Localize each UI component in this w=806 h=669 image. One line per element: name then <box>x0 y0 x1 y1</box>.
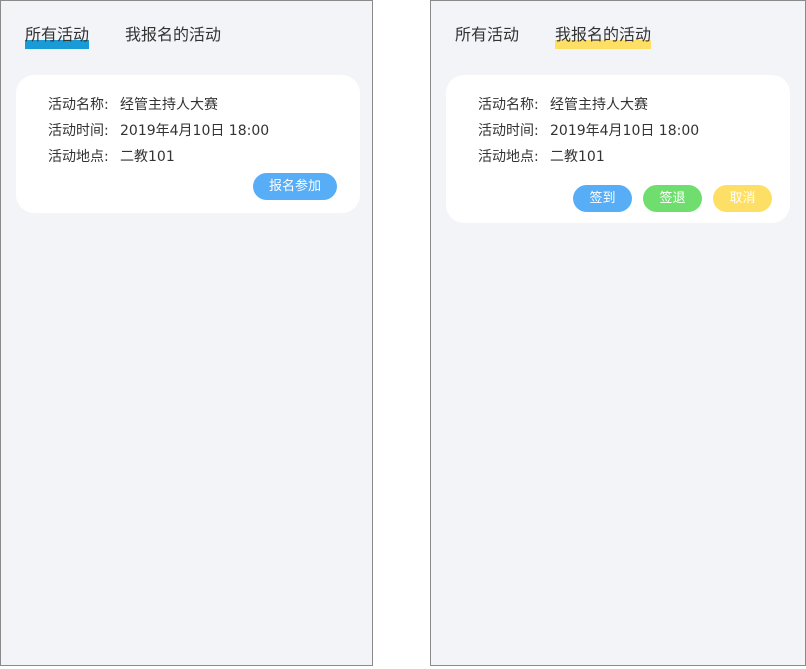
activity-time-value: 2019年4月10日 18:00 <box>550 123 700 139</box>
activity-place-label: 活动地点: <box>48 149 109 165</box>
activity-name-row: 活动名称: 经管主持人大赛 <box>48 95 269 121</box>
activity-time-label: 活动时间: <box>478 123 539 139</box>
tab-my-registered-activities[interactable]: 我报名的活动 <box>125 23 221 49</box>
tab-my-registered-activities[interactable]: 我报名的活动 <box>555 23 652 49</box>
sign-out-button[interactable]: 签退 <box>643 185 702 212</box>
activity-time-row: 活动时间: 2019年4月10日 18:00 <box>48 121 269 147</box>
cancel-button[interactable]: 取消 <box>713 185 772 212</box>
activity-name-label: 活动名称: <box>48 97 109 113</box>
my-activities-panel: 所有活动 我报名的活动 活动名称: 经管主持人大赛 活动时间: 2019年4月1… <box>430 0 806 666</box>
tab-all-activities[interactable]: 所有活动 <box>455 23 519 49</box>
activity-place-value: 二教101 <box>550 149 605 165</box>
all-activities-panel: 所有活动 我报名的活动 活动名称: 经管主持人大赛 活动时间: 2019年4月1… <box>0 0 373 666</box>
activity-place-row: 活动地点: 二教101 <box>48 147 269 173</box>
activity-card: 活动名称: 经管主持人大赛 活动时间: 2019年4月10日 18:00 活动地… <box>16 75 360 213</box>
activity-place-row: 活动地点: 二教101 <box>478 147 699 173</box>
activity-place-label: 活动地点: <box>478 149 539 165</box>
tab-label: 所有活动 <box>25 25 90 44</box>
tab-label: 所有活动 <box>455 25 520 44</box>
activity-info: 活动名称: 经管主持人大赛 活动时间: 2019年4月10日 18:00 活动地… <box>48 95 269 173</box>
join-button[interactable]: 报名参加 <box>253 173 337 200</box>
activity-name-value: 经管主持人大赛 <box>120 97 218 113</box>
registered-activity-card: 活动名称: 经管主持人大赛 活动时间: 2019年4月10日 18:00 活动地… <box>446 75 790 223</box>
activity-info: 活动名称: 经管主持人大赛 活动时间: 2019年4月10日 18:00 活动地… <box>478 95 699 173</box>
sign-in-button[interactable]: 签到 <box>573 185 632 212</box>
activity-name-value: 经管主持人大赛 <box>550 97 648 113</box>
tab-label: 我报名的活动 <box>125 25 222 44</box>
tab-bar: 所有活动 我报名的活动 <box>455 23 687 49</box>
activity-name-row: 活动名称: 经管主持人大赛 <box>478 95 699 121</box>
tab-bar: 所有活动 我报名的活动 <box>25 23 257 49</box>
activity-time-value: 2019年4月10日 18:00 <box>120 123 270 139</box>
activity-name-label: 活动名称: <box>478 97 539 113</box>
activity-time-row: 活动时间: 2019年4月10日 18:00 <box>478 121 699 147</box>
tab-label: 我报名的活动 <box>555 25 652 44</box>
tab-all-activities[interactable]: 所有活动 <box>25 23 90 49</box>
activity-time-label: 活动时间: <box>48 123 109 139</box>
activity-place-value: 二教101 <box>120 149 175 165</box>
